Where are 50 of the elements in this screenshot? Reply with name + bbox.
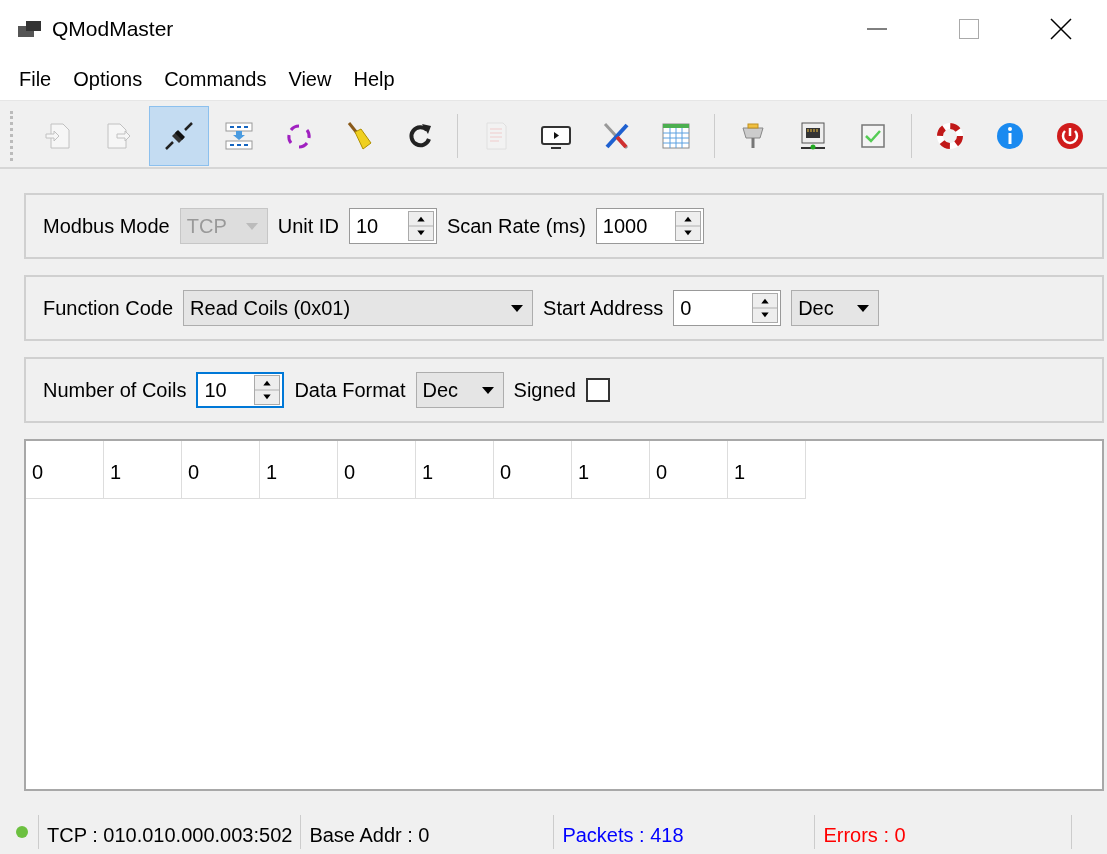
- table-cell: 1: [416, 441, 494, 499]
- lifebuoy-icon: [934, 120, 966, 152]
- field-label: Scan Rate (ms): [446, 214, 586, 238]
- toolbar-button[interactable]: [149, 106, 209, 166]
- spin-arrows-icon: [752, 293, 779, 323]
- status-text: TCP : 010.010.000.003:502: [38, 815, 301, 849]
- dropdown[interactable]: Dec: [415, 372, 504, 408]
- field-label: Modbus Mode: [43, 214, 170, 238]
- field-label: Number of Coils: [43, 378, 187, 402]
- menu-item[interactable]: Help: [342, 63, 406, 95]
- spin-box[interactable]: 0: [673, 290, 782, 326]
- app-icon: [18, 20, 42, 38]
- status-text: Errors : 0: [814, 815, 1073, 849]
- menu-item[interactable]: View: [277, 63, 343, 95]
- window-title: QModMaster: [52, 17, 175, 41]
- table-cell: 0: [494, 441, 572, 499]
- spin-box[interactable]: 1000: [595, 208, 704, 244]
- menu-item[interactable]: File: [8, 63, 63, 95]
- table-cell: 1: [728, 441, 806, 499]
- table-icon: [660, 120, 692, 152]
- maximize-icon[interactable]: [959, 19, 979, 39]
- status-text: Packets : 418: [553, 815, 815, 849]
- plug-icon: [163, 120, 195, 152]
- field-label: Unit ID: [277, 214, 339, 238]
- power-icon: [1054, 120, 1086, 152]
- field-label: Function Code: [43, 296, 174, 320]
- field-label: Signed: [513, 378, 576, 402]
- close-icon[interactable]: [1050, 18, 1072, 40]
- spin-arrows-icon: [254, 375, 281, 405]
- table-cell: 0: [182, 441, 260, 499]
- spin-arrows-icon: [674, 211, 701, 241]
- field-label: Data Format: [294, 378, 406, 402]
- spin-arrows-icon: [407, 211, 434, 241]
- field-label: Start Address: [543, 296, 664, 320]
- spin-box[interactable]: 10: [348, 208, 437, 244]
- status-text: Base Addr : 0: [300, 815, 554, 849]
- spin-box[interactable]: 10: [196, 372, 285, 408]
- table-cell: 0: [338, 441, 416, 499]
- info-icon: [994, 120, 1026, 152]
- dropdown[interactable]: Dec: [791, 290, 880, 326]
- table-cell: 0: [26, 441, 104, 499]
- dropdown[interactable]: Read Coils (0x01): [183, 290, 534, 326]
- checkbox[interactable]: [585, 378, 610, 402]
- menu-item[interactable]: Commands: [153, 63, 278, 95]
- table-cell: 0: [650, 441, 728, 499]
- menu-item[interactable]: Options: [62, 63, 154, 95]
- table-cell: 1: [572, 441, 650, 499]
- table-cell: 1: [260, 441, 338, 499]
- data-transfer-icon: [223, 120, 255, 152]
- table-cell: 1: [104, 441, 182, 499]
